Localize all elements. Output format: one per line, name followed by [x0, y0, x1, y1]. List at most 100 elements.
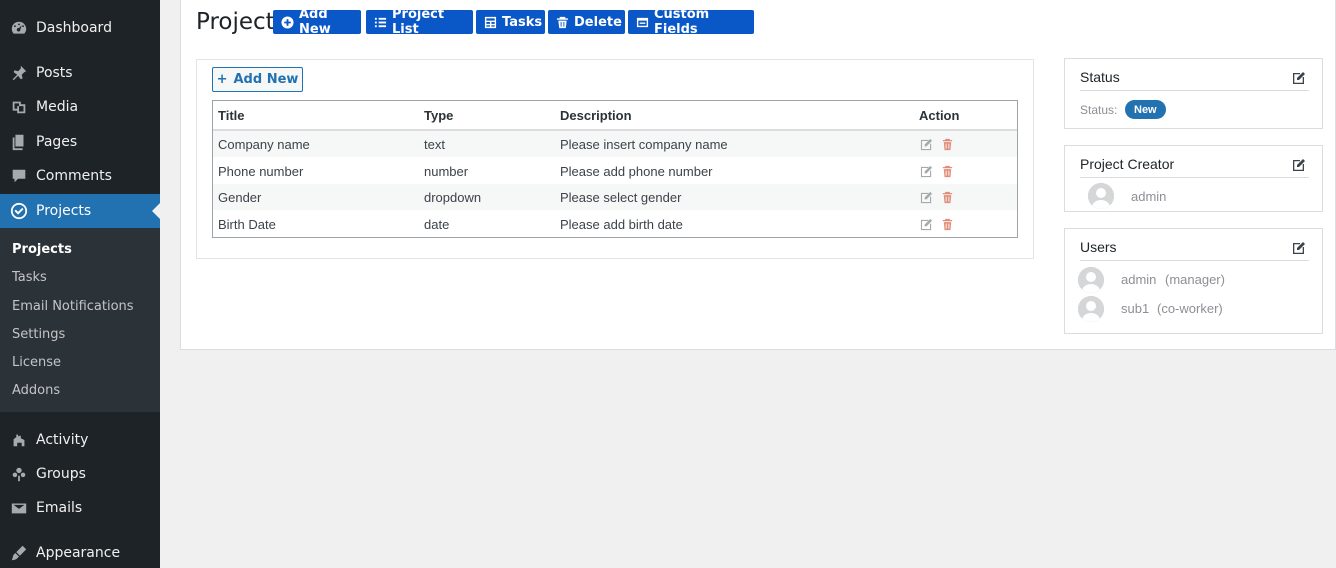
active-arrow — [152, 203, 160, 219]
submenu-license[interactable]: License — [12, 355, 61, 370]
menu-label: Posts — [36, 65, 73, 81]
projects-submenu: Projects Tasks Email Notifications Setti… — [0, 228, 160, 412]
edit-icon[interactable] — [920, 138, 933, 151]
submenu-projects[interactable]: Projects — [12, 242, 72, 257]
submenu-addons[interactable]: Addons — [12, 383, 60, 398]
add-new-button[interactable]: Add New — [273, 7, 361, 37]
button-label: Tasks — [502, 14, 543, 30]
table-row: Phone number number Please add phone num… — [213, 158, 1017, 184]
submenu-settings[interactable]: Settings — [12, 327, 65, 342]
check-circle-icon — [9, 201, 29, 221]
tasks-button[interactable]: Tasks — [476, 10, 545, 34]
trash-icon[interactable] — [941, 218, 954, 231]
page-title: Project — [196, 9, 275, 35]
divider — [1080, 260, 1309, 261]
media-icon — [9, 97, 29, 117]
user-name: admin — [1121, 272, 1157, 287]
status-label: Status: — [1080, 103, 1118, 117]
edit-icon[interactable] — [920, 191, 933, 204]
menu-label: Appearance — [36, 545, 121, 561]
status-badge: New — [1125, 100, 1166, 119]
avatar — [1088, 183, 1114, 209]
menu-item-dashboard[interactable]: Dashboard — [0, 11, 160, 45]
edit-icon[interactable] — [1292, 71, 1306, 85]
divider — [1080, 90, 1309, 91]
project-list-button[interactable]: Project List — [366, 7, 473, 37]
menu-item-activity[interactable]: Activity — [0, 423, 160, 457]
menu-item-emails[interactable]: Emails — [0, 491, 160, 525]
trash-icon — [556, 16, 569, 29]
button-label: Project List — [392, 7, 445, 37]
user-name: sub1 — [1121, 301, 1150, 316]
custom-fields-button[interactable]: Custom Fields — [628, 7, 754, 37]
edit-icon[interactable] — [1292, 158, 1306, 172]
user-role: (manager) — [1165, 272, 1225, 287]
cell-type: text — [424, 137, 445, 152]
cell-type: date — [424, 217, 450, 232]
menu-label: Projects — [36, 203, 92, 219]
menu-item-pages[interactable]: Pages — [0, 125, 160, 159]
admin-sidebar: Dashboard Posts Media Pages Comments Pro… — [0, 0, 160, 568]
menu-label: Emails — [36, 500, 83, 516]
trash-icon[interactable] — [941, 138, 954, 151]
pin-icon — [9, 63, 29, 83]
button-label: Custom Fields — [654, 7, 710, 37]
menu-item-appearance[interactable]: Appearance — [0, 536, 160, 568]
project-creator-box: Project Creator admin — [1064, 145, 1323, 212]
table-row: Gender dropdown Please select gender — [213, 184, 1017, 210]
column-header-description: Description — [560, 108, 632, 123]
menu-item-posts[interactable]: Posts — [0, 56, 160, 90]
creator-title: Project Creator — [1080, 156, 1175, 172]
cell-description: Please add phone number — [560, 164, 713, 179]
menu-item-comments[interactable]: Comments — [0, 159, 160, 193]
column-header-title: Title — [218, 108, 245, 123]
comment-icon — [9, 166, 29, 186]
custom-fields-table: Title Type Description Action Company na… — [212, 100, 1018, 238]
edit-icon[interactable] — [920, 165, 933, 178]
users-title: Users — [1080, 239, 1117, 255]
list-icon — [374, 16, 387, 29]
pages-icon — [9, 132, 29, 152]
cell-description: Please add birth date — [560, 217, 683, 232]
plus-circle-icon — [281, 15, 294, 29]
table-icon — [484, 16, 497, 29]
menu-label: Comments — [36, 168, 112, 184]
menu-item-media[interactable]: Media — [0, 90, 160, 124]
trash-icon[interactable] — [941, 191, 954, 204]
submenu-tasks[interactable]: Tasks — [12, 270, 47, 285]
menu-item-groups[interactable]: Groups — [0, 457, 160, 491]
cell-title: Company name — [218, 137, 310, 152]
user-role: (co-worker) — [1157, 301, 1223, 316]
button-label: Add New — [233, 72, 299, 87]
users-box: Users admin (manager) sub1 (co-worker) — [1064, 228, 1323, 334]
cell-type: dropdown — [424, 190, 482, 205]
edit-icon[interactable] — [1292, 241, 1306, 255]
brush-icon — [9, 543, 29, 563]
email-icon — [9, 498, 29, 518]
cell-title: Gender — [218, 190, 262, 205]
menu-label: Dashboard — [36, 20, 112, 36]
status-title: Status — [1080, 69, 1120, 85]
divider — [1080, 177, 1309, 178]
menu-label: Media — [36, 99, 79, 115]
activity-icon — [9, 430, 29, 450]
delete-button[interactable]: Delete — [548, 10, 625, 34]
table-row: Birth Date date Please add birth date — [213, 211, 1017, 237]
cell-description: Please insert company name — [560, 137, 728, 152]
cell-title: Phone number — [218, 164, 304, 179]
trash-icon[interactable] — [941, 165, 954, 178]
edit-icon[interactable] — [920, 218, 933, 231]
submenu-email-notifications[interactable]: Email Notifications — [12, 299, 134, 314]
creator-name: admin — [1131, 189, 1167, 204]
menu-label: Groups — [36, 466, 86, 482]
avatar — [1078, 296, 1104, 322]
button-label: Delete — [574, 14, 622, 30]
cell-type: number — [424, 164, 469, 179]
button-label: Add New — [299, 7, 331, 37]
menu-item-projects[interactable]: Projects — [0, 194, 160, 228]
table-row: Company name text Please insert company … — [213, 131, 1017, 157]
add-field-button[interactable]: + Add New — [212, 67, 303, 92]
column-header-action: Action — [919, 108, 960, 123]
avatar — [1078, 267, 1104, 293]
plus-icon: + — [216, 72, 228, 87]
